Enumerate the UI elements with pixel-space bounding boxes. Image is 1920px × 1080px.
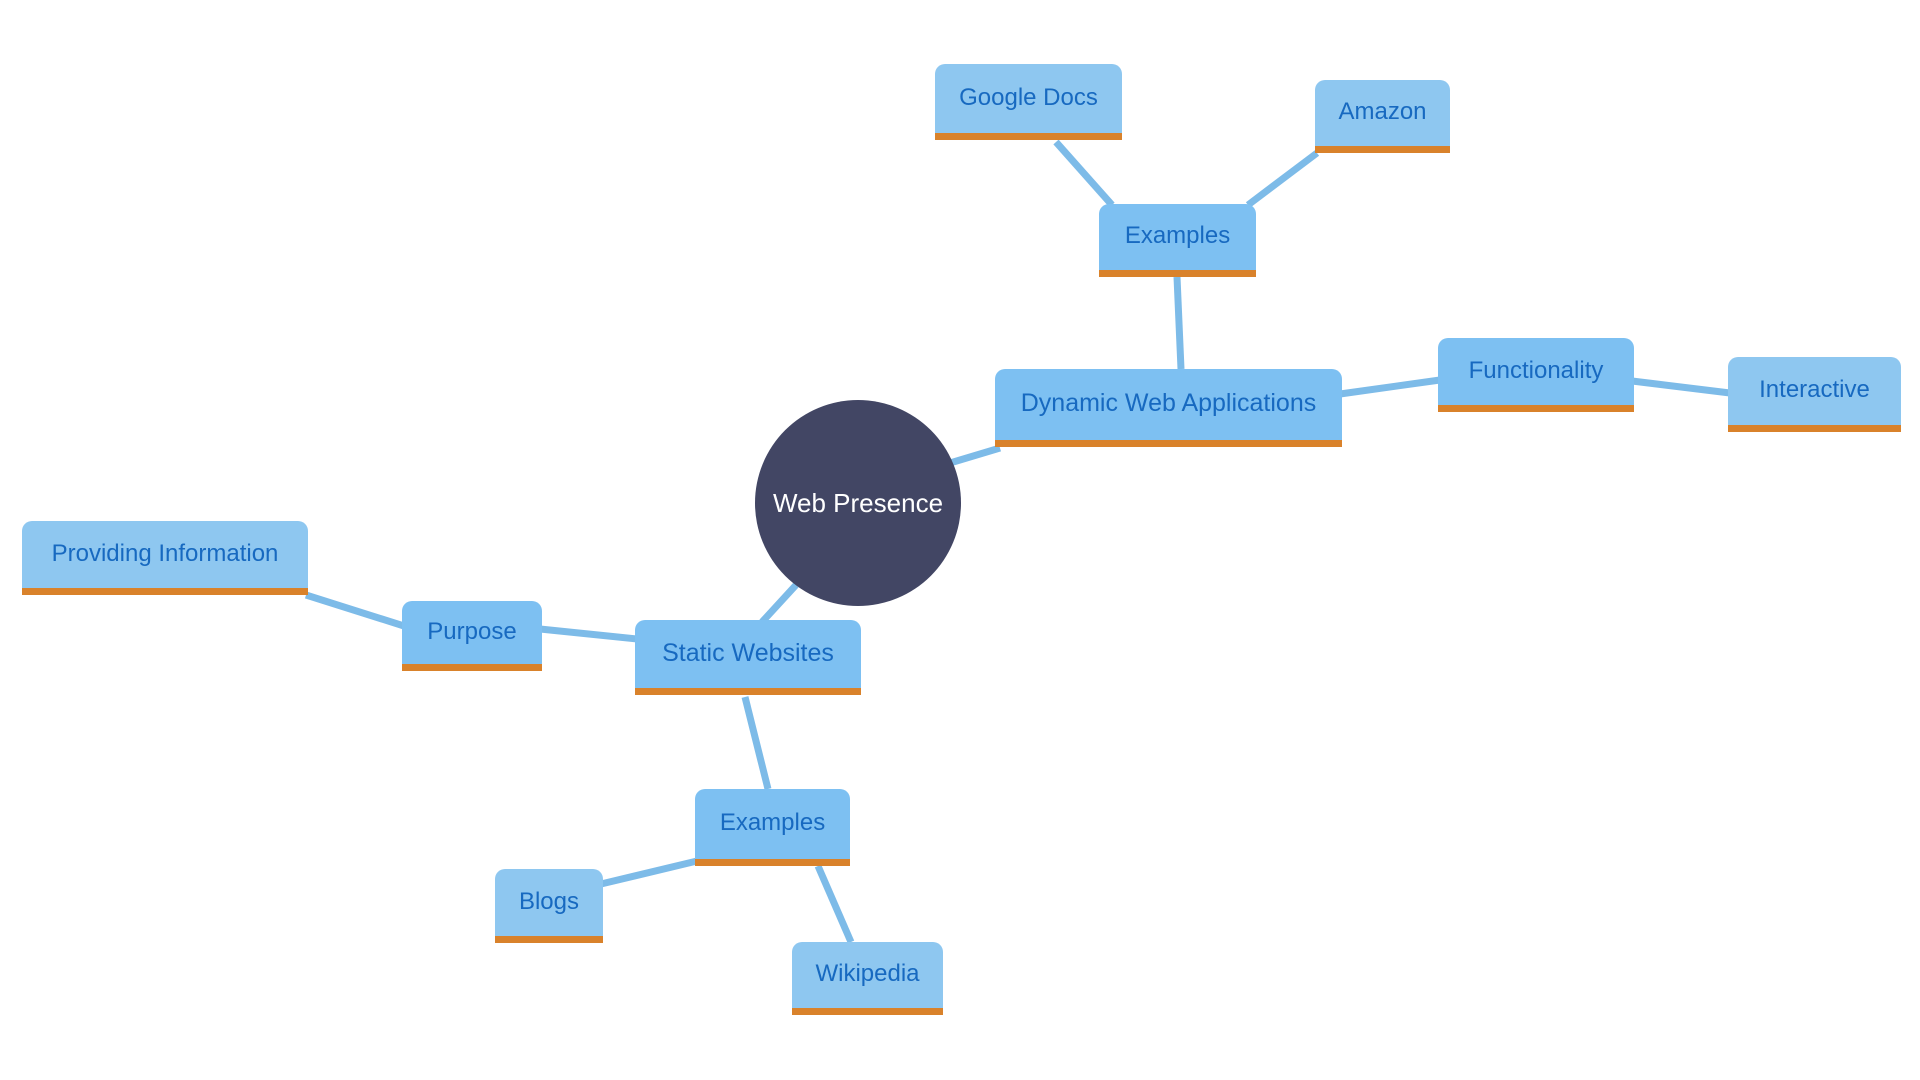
mindmap-root-node[interactable]: Web Presence: [755, 400, 961, 606]
mindmap-node-examples-dynamic[interactable]: Examples: [1099, 204, 1256, 277]
mindmap-node-label: Examples: [719, 809, 826, 836]
mindmap-node-purpose[interactable]: Purpose: [402, 601, 542, 671]
mindmap-edge: [1053, 139, 1115, 208]
mindmap-node-blogs[interactable]: Blogs: [495, 869, 603, 943]
mindmap-node-label: Static Websites: [662, 638, 834, 667]
mindmap-node-dynamic-web-applications[interactable]: Dynamic Web Applications: [995, 369, 1342, 447]
mindmap-root-label: Web Presence: [772, 488, 944, 518]
mindmap-node-providing-information[interactable]: Providing Information: [22, 521, 308, 595]
mindmap-edge: [600, 857, 698, 888]
mindmap-edge: [814, 864, 855, 944]
mindmap-node-label: Interactive: [1759, 376, 1870, 403]
mindmap-node-label: Functionality: [1468, 356, 1604, 384]
mindmap-node-interactive[interactable]: Interactive: [1728, 357, 1901, 432]
mindmap-node-label: Amazon: [1338, 98, 1427, 125]
mindmap-edge: [1173, 276, 1185, 370]
mindmap-edge: [948, 444, 1002, 467]
mindmap-node-label: Purpose: [427, 617, 517, 645]
mindmap-node-wikipedia[interactable]: Wikipedia: [792, 942, 943, 1015]
mindmap-node-functionality[interactable]: Functionality: [1438, 338, 1634, 412]
mindmap-node-label: Providing Information: [51, 539, 279, 567]
mindmap-edge: [741, 696, 772, 790]
mindmap-node-label: Google Docs: [959, 83, 1098, 111]
mindmap-node-google-docs[interactable]: Google Docs: [935, 64, 1122, 140]
mindmap-node-label: Examples: [1124, 222, 1231, 249]
mindmap-edge: [304, 591, 406, 630]
mindmap-node-examples-static[interactable]: Examples: [695, 789, 850, 866]
mindmap-node-amazon[interactable]: Amazon: [1315, 80, 1450, 153]
mindmap-edge: [1245, 150, 1320, 208]
mindmap-edge: [539, 625, 638, 643]
mindmap-edge: [1631, 377, 1731, 397]
mindmap-edge: [759, 582, 799, 625]
mindmap-node-label: Blogs: [518, 887, 580, 915]
mindmap-node-label: Wikipedia: [815, 960, 920, 987]
mindmap-canvas: Web Presence Google Docs Amazon Examples Dyn…: [0, 0, 1920, 1080]
mindmap-node-label: Dynamic Web Applications: [1020, 389, 1317, 417]
mindmap-edge: [1339, 376, 1441, 398]
mindmap-node-static-websites[interactable]: Static Websites: [635, 620, 861, 695]
